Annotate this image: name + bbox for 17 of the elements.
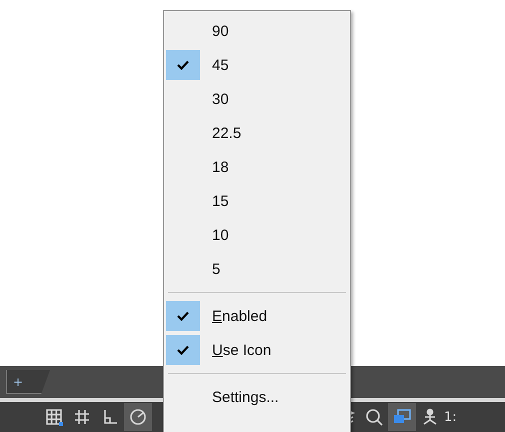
menu-item[interactable]: 15: [212, 192, 229, 210]
menu-item[interactable]: Settings...: [212, 388, 279, 406]
new-tab[interactable]: +: [6, 370, 50, 394]
menu-item[interactable]: 45: [212, 56, 229, 74]
menu-item[interactable]: 18: [212, 158, 229, 176]
menu-item[interactable]: 10: [212, 226, 229, 244]
menu-item[interactable]: Use Icon: [212, 342, 272, 358]
hash-icon[interactable]: [72, 407, 92, 427]
polar-icon[interactable]: [128, 407, 148, 427]
annotation-scale: 1:: [444, 410, 457, 424]
menu-item[interactable]: 90: [212, 22, 229, 40]
menu-item[interactable]: Enabled: [212, 308, 268, 324]
menu-item[interactable]: 22.5: [212, 124, 242, 142]
zoom-icon[interactable]: [364, 407, 384, 427]
grid-icon[interactable]: [44, 407, 64, 427]
menu-item[interactable]: 5: [212, 260, 220, 278]
menu-item[interactable]: 30: [212, 90, 229, 108]
